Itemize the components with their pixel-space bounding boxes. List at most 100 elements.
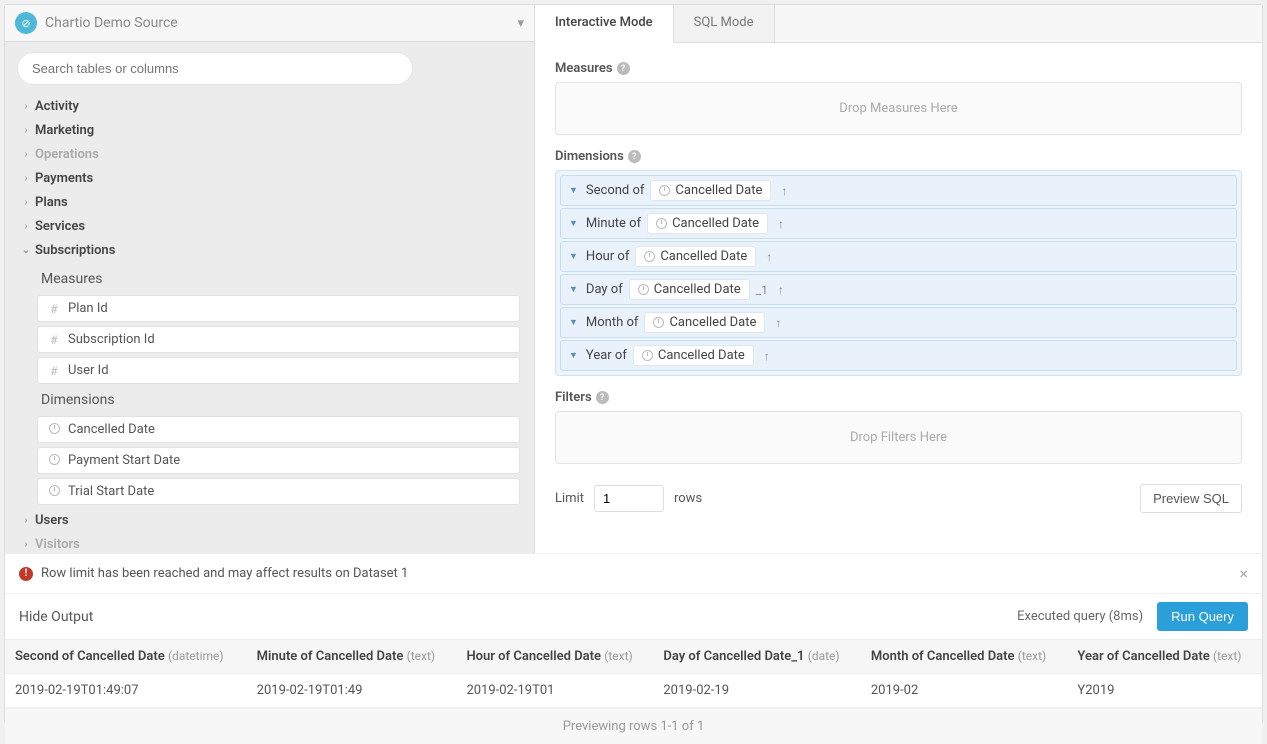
hash-icon: #	[46, 364, 62, 378]
exec-time: Executed query (8ms)	[1017, 609, 1143, 624]
column-header[interactable]: Year of Cancelled Date (text)	[1067, 640, 1262, 674]
col-type: (text)	[407, 649, 435, 663]
sort-asc-icon[interactable]: ↑	[774, 283, 788, 297]
dim-field-chip[interactable]: Cancelled Date	[647, 213, 768, 234]
close-icon[interactable]: ×	[1239, 564, 1248, 583]
table-cell: Y2019	[1067, 674, 1262, 708]
table-cell: 2019-02-19T01:49:07	[5, 674, 247, 708]
dim-field-label: Cancelled Date	[669, 315, 756, 330]
tree-item-label: Services	[35, 217, 85, 237]
sort-asc-icon[interactable]: ↑	[760, 349, 774, 363]
limit-label: Limit	[555, 491, 584, 506]
col-type: (text)	[604, 649, 632, 663]
clock-icon	[653, 317, 664, 328]
col-name: Month of Cancelled Date	[871, 649, 1015, 664]
hide-output-toggle[interactable]: Hide Output	[19, 609, 93, 625]
tree-item-subscriptions[interactable]: ⌄Subscriptions	[13, 239, 526, 263]
chevron-right-icon: ›	[19, 511, 33, 531]
dimension-pill[interactable]: ▼Hour ofCancelled Date↑	[560, 241, 1237, 272]
measure-field[interactable]: # Plan Id	[37, 295, 520, 322]
column-header[interactable]: Minute of Cancelled Date (text)	[247, 640, 457, 674]
tab-interactive-mode[interactable]: Interactive Mode	[535, 5, 674, 43]
tree-item-plans[interactable]: ›Plans	[13, 191, 526, 215]
col-name: Day of Cancelled Date_1	[663, 649, 804, 664]
tree-item-activity[interactable]: ›Activity	[13, 95, 526, 119]
dropdown-icon[interactable]: ▼	[567, 218, 580, 229]
column-header[interactable]: Month of Cancelled Date (text)	[861, 640, 1068, 674]
chevron-right-icon: ›	[19, 535, 33, 553]
help-icon[interactable]: ?	[617, 62, 630, 75]
chevron-right-icon: ›	[19, 97, 33, 117]
tree-item-services[interactable]: ›Services	[13, 215, 526, 239]
dimension-pill[interactable]: ▼Month ofCancelled Date↑	[560, 307, 1237, 338]
dropdown-icon[interactable]: ▼	[567, 284, 580, 295]
sort-asc-icon[interactable]: ↑	[771, 316, 785, 330]
hash-icon: #	[46, 333, 62, 347]
dimensions-list: ▼Second ofCancelled Date↑▼Minute ofCance…	[555, 170, 1242, 376]
measure-field[interactable]: #Subscription Id	[37, 326, 520, 353]
run-query-button[interactable]: Run Query	[1157, 602, 1248, 631]
tree-item-operations[interactable]: ›Operations	[13, 143, 526, 167]
dimension-field[interactable]: Payment Start Date	[37, 447, 520, 474]
measures-dropzone[interactable]: Drop Measures Here	[555, 82, 1242, 135]
help-icon[interactable]: ?	[628, 150, 641, 163]
clock-icon	[656, 218, 667, 229]
filters-label: Filters ?	[555, 390, 1242, 405]
search-input[interactable]	[17, 52, 413, 85]
chevron-right-icon: ›	[19, 121, 33, 141]
preview-sql-button[interactable]: Preview SQL	[1140, 484, 1242, 513]
measure-field[interactable]: #User Id	[37, 357, 520, 384]
column-header[interactable]: Hour of Cancelled Date (text)	[456, 640, 653, 674]
sort-asc-icon[interactable]: ↑	[777, 184, 791, 198]
rows-label: rows	[674, 491, 702, 506]
col-type: (text)	[1018, 649, 1046, 663]
dim-prefix: Minute of	[586, 216, 641, 231]
dim-field-label: Cancelled Date	[658, 348, 745, 363]
filters-dropzone[interactable]: Drop Filters Here	[555, 411, 1242, 464]
dimension-pill[interactable]: ▼ Day of Cancelled Date _1 ↑	[560, 274, 1237, 305]
dimension-field[interactable]: Trial Start Date	[37, 478, 520, 505]
tree-item-users[interactable]: ›Users	[13, 509, 526, 533]
dimension-field[interactable]: Cancelled Date	[37, 416, 520, 443]
sort-asc-icon[interactable]: ↑	[762, 250, 776, 264]
chevron-right-icon: ›	[19, 169, 33, 189]
limit-input[interactable]	[594, 485, 664, 512]
field-label: Cancelled Date	[68, 422, 155, 437]
clock-icon	[46, 485, 62, 499]
dropdown-icon[interactable]: ▼	[567, 185, 580, 196]
dim-field-chip[interactable]: Cancelled Date	[644, 312, 765, 333]
dim-field-chip[interactable]: Cancelled Date	[635, 246, 756, 267]
dim-field-chip[interactable]: Cancelled Date	[629, 279, 750, 300]
dropdown-icon[interactable]: ▼	[567, 317, 580, 328]
help-icon[interactable]: ?	[596, 391, 609, 404]
dim-field-chip[interactable]: Cancelled Date	[650, 180, 771, 201]
dropdown-icon[interactable]: ▼	[567, 350, 580, 361]
clock-icon	[659, 185, 670, 196]
hash-icon: #	[46, 302, 62, 316]
dim-suffix: _1	[756, 283, 768, 297]
tree-item-payments[interactable]: ›Payments	[13, 167, 526, 191]
dim-prefix: Day of	[586, 282, 623, 297]
column-header[interactable]: Day of Cancelled Date_1 (date)	[653, 640, 860, 674]
table-cell: 2019-02-19T01:49	[247, 674, 457, 708]
field-label: Payment Start Date	[68, 453, 180, 468]
tree-item-label: Payments	[35, 169, 93, 189]
table-cell: 2019-02-19	[653, 674, 860, 708]
tab-sql-mode[interactable]: SQL Mode	[674, 5, 775, 42]
tree-item-label: Users	[35, 511, 69, 531]
sort-asc-icon[interactable]: ↑	[774, 217, 788, 231]
tree-item-marketing[interactable]: ›Marketing	[13, 119, 526, 143]
source-selector[interactable]: ⊘ Chartio Demo Source ▾	[5, 5, 534, 42]
col-name: Second of Cancelled Date	[15, 649, 165, 664]
column-header[interactable]: Second of Cancelled Date (datetime)	[5, 640, 247, 674]
tree-item-label: Operations	[35, 145, 99, 165]
dimension-pill[interactable]: ▼ Minute of Cancelled Date ↑	[560, 208, 1237, 239]
chevron-right-icon: ›	[19, 217, 33, 237]
dropdown-icon[interactable]: ▼	[567, 251, 580, 262]
tree-item-visitors[interactable]: ›Visitors	[13, 533, 526, 553]
dimension-pill[interactable]: ▼Second ofCancelled Date↑	[560, 175, 1237, 206]
field-label: Plan Id	[68, 301, 108, 316]
dimension-pill[interactable]: ▼Year ofCancelled Date↑	[560, 340, 1237, 371]
dim-field-chip[interactable]: Cancelled Date	[633, 345, 754, 366]
results-table: Second of Cancelled Date (datetime)Minut…	[5, 639, 1262, 708]
